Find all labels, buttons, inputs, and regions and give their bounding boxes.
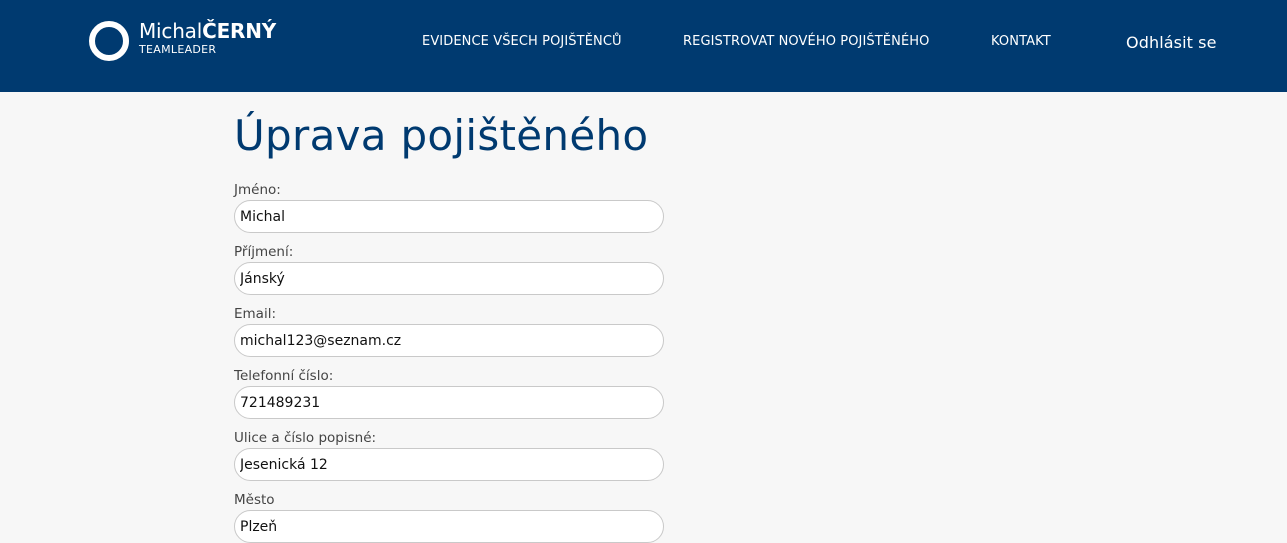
city-field: Město — [234, 492, 664, 543]
first-name-label: Jméno: — [234, 182, 281, 198]
phone-input[interactable] — [234, 386, 664, 419]
street-input[interactable] — [234, 448, 664, 481]
nav-register-link[interactable]: REGISTROVAT NOVÉHO POJIŠTĚNÉHO — [683, 34, 929, 49]
phone-label: Telefonní číslo: — [234, 368, 334, 384]
last-name-input[interactable] — [234, 262, 664, 295]
city-input[interactable] — [234, 510, 664, 543]
email-input[interactable] — [234, 324, 664, 357]
city-label: Město — [234, 492, 275, 508]
last-name-label: Příjmení: — [234, 244, 294, 260]
street-field: Ulice a číslo popisné: — [234, 430, 664, 481]
first-name-input[interactable] — [234, 200, 664, 233]
phone-field: Telefonní číslo: — [234, 368, 664, 419]
street-label: Ulice a číslo popisné: — [234, 430, 377, 446]
page-title: Úprava pojištěného — [234, 111, 649, 160]
nav-evidence-link[interactable]: EVIDENCE VŠECH POJIŠTĚNCŮ — [422, 34, 622, 49]
main-nav: EVIDENCE VŠECH POJIŠTĚNCŮ REGISTROVAT NO… — [0, 33, 1287, 54]
nav-contact-link[interactable]: KONTAKT — [991, 34, 1051, 49]
email-field: Email: — [234, 306, 664, 357]
site-header: MichalČERNÝ TEAMLEADER EVIDENCE VŠECH PO… — [0, 0, 1287, 92]
logout-link[interactable]: Odhlásit se — [1126, 33, 1217, 52]
email-label: Email: — [234, 306, 277, 322]
last-name-field: Příjmení: — [234, 244, 664, 295]
first-name-field: Jméno: — [234, 182, 664, 233]
